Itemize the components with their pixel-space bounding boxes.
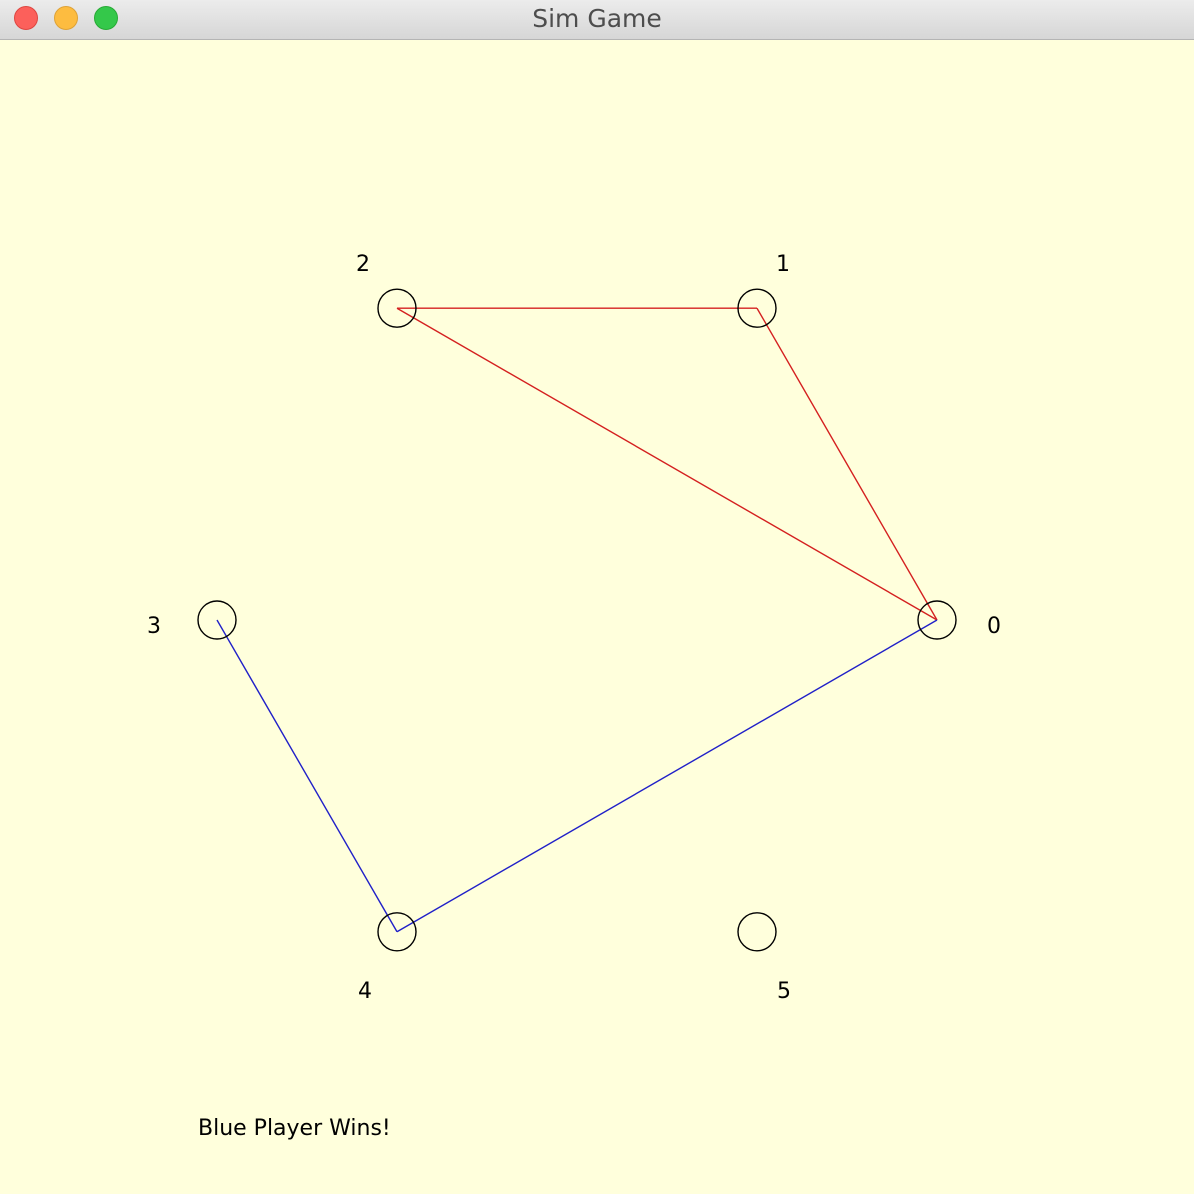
vertex-0[interactable] [917, 600, 957, 640]
vertex-label-1: 1 [776, 252, 790, 277]
vertex-5[interactable] [737, 912, 777, 952]
vertex-2[interactable] [377, 288, 417, 328]
vertex-label-4: 4 [358, 979, 372, 1004]
vertex-label-2: 2 [356, 252, 370, 277]
game-board[interactable]: 0 1 2 3 4 5 [0, 40, 1194, 1194]
vertex-label-0: 0 [987, 614, 1001, 639]
game-board-svg[interactable]: 0 1 2 3 4 5 [0, 40, 1194, 1194]
vertex-4[interactable] [377, 912, 417, 952]
vertex-1[interactable] [737, 288, 777, 328]
board-background [0, 40, 1194, 1194]
game-status-message: Blue Player Wins! [198, 1116, 391, 1141]
vertex-label-5: 5 [777, 979, 791, 1004]
title-bar: Sim Game [0, 0, 1194, 40]
vertex-3[interactable] [197, 600, 237, 640]
sim-game-window: Sim Game 0 1 2 3 4 5 Blue Player Wins! [0, 0, 1194, 1194]
vertex-label-3: 3 [147, 614, 161, 639]
window-title: Sim Game [532, 4, 662, 33]
